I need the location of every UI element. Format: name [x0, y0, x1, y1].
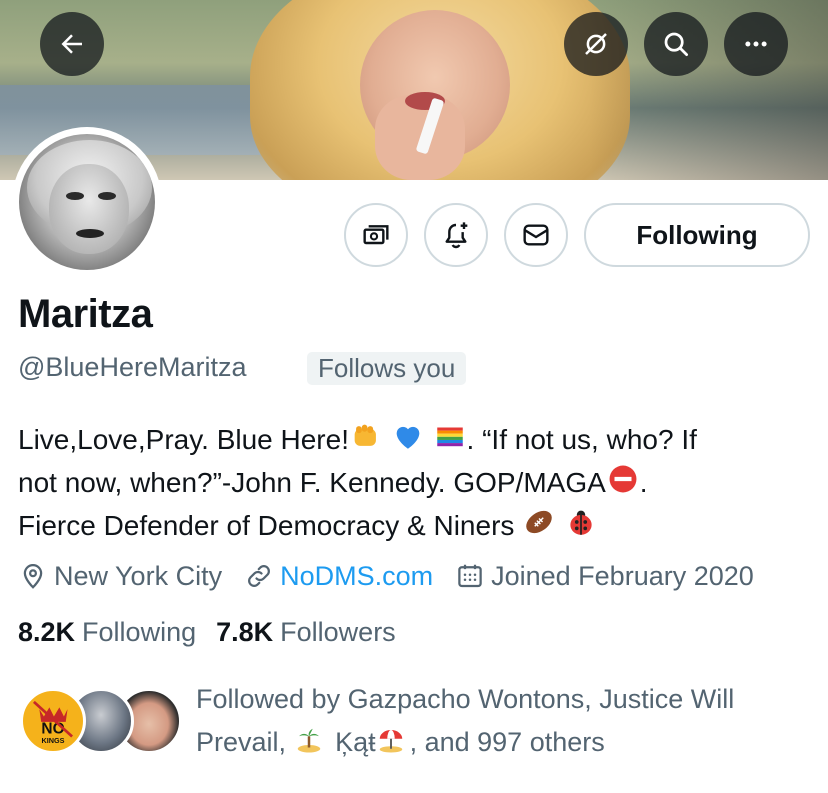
location-pin-icon — [23, 564, 43, 589]
profile-avatar[interactable] — [12, 127, 162, 277]
link-icon — [248, 565, 271, 587]
bio-text: . “If not us, who? If — [466, 424, 697, 455]
following-count: 8.2K — [18, 617, 76, 647]
back-button[interactable] — [40, 12, 104, 76]
bio-text: Fierce Defender of Democracy & Niners — [18, 510, 515, 541]
follow-stats: 8.2K Following 7.8K Followers — [18, 617, 416, 648]
followers-count: 7.8K — [216, 617, 274, 647]
following-label: Following — [82, 617, 197, 647]
calendar-icon — [458, 564, 482, 588]
location-text: New York City — [54, 560, 223, 591]
svg-text:KINGS: KINGS — [41, 736, 64, 745]
profile-handle: @BlueHereMaritza — [18, 352, 247, 382]
avatar-photo — [19, 134, 155, 270]
palm-island-emoji-icon — [294, 725, 328, 759]
banner-shadow — [588, 0, 828, 180]
bio-text: . — [639, 467, 648, 498]
bio-text: not now, when?”-John F. Kennedy. GOP/MAG… — [18, 467, 606, 498]
followed-by-line: Prevail, — [196, 727, 294, 757]
followed-by-line: , and 997 others — [409, 727, 605, 757]
followers-label: Followers — [280, 617, 396, 647]
rainbow-flag-emoji-icon — [433, 419, 467, 453]
search-button[interactable] — [644, 12, 708, 76]
beach-umbrella-emoji-icon — [376, 725, 410, 759]
follower-name: Ķąŧ — [335, 727, 376, 757]
join-date: Joined February 2020 — [455, 561, 754, 592]
followed-by-avatars[interactable]: NO KINGS — [20, 688, 182, 758]
subscribe-button[interactable] — [344, 203, 408, 267]
followed-by-line: Followed by Gazpacho Wontons, Justice Wi… — [196, 684, 735, 714]
website[interactable]: NoDMS.com — [244, 561, 433, 592]
website-link[interactable]: NoDMS.com — [280, 561, 433, 592]
football-emoji-icon — [522, 505, 556, 539]
followed-by-text[interactable]: Followed by Gazpacho Wontons, Justice Wi… — [196, 678, 816, 764]
followers-stat[interactable]: 7.8K Followers — [216, 617, 396, 648]
fist-emoji-icon — [349, 419, 383, 453]
no-entry-emoji-icon — [606, 462, 640, 496]
search-icon — [664, 32, 688, 56]
profile-name: Maritza — [18, 292, 153, 336]
following-button[interactable]: Following — [584, 203, 810, 267]
join-date-text: Joined February 2020 — [491, 560, 754, 591]
message-button[interactable] — [504, 203, 568, 267]
follower-avatar: NO KINGS — [20, 688, 86, 754]
notifications-button[interactable] — [424, 203, 488, 267]
blue-heart-emoji-icon — [391, 419, 425, 453]
translate-off-button[interactable] — [564, 12, 628, 76]
location: New York City — [18, 561, 222, 592]
subscribe-money-icon — [363, 225, 389, 245]
arrow-left-icon — [61, 34, 82, 54]
ladybug-emoji-icon — [564, 505, 598, 539]
follows-you-badge: Follows you — [307, 352, 467, 385]
translate-off-icon — [585, 33, 607, 55]
more-icon — [745, 41, 767, 47]
profile-meta: New York City NoDMS.com Joined February … — [18, 558, 776, 594]
notification-bell-add-icon — [445, 222, 468, 249]
message-envelope-icon — [523, 224, 549, 246]
following-stat[interactable]: 8.2K Following — [18, 617, 196, 648]
more-button[interactable] — [724, 12, 788, 76]
bio-text: Live,Love,Pray. Blue Here! — [18, 424, 349, 455]
profile-bio: Live,Love,Pray. Blue Here! . “If not us,… — [18, 418, 818, 547]
